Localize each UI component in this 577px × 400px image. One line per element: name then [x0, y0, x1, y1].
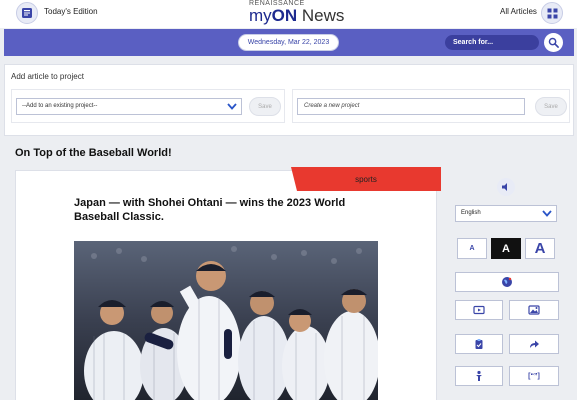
- brand-wordmark: myON News: [249, 7, 349, 25]
- font-size-large-button[interactable]: A: [525, 238, 555, 259]
- top-header: Today's Edition RENAISSANCE myON News Al…: [0, 0, 577, 28]
- all-articles-button[interactable]: [541, 2, 563, 24]
- existing-project-value: --Add to an existing project--: [22, 103, 98, 109]
- new-project-input[interactable]: Create a new project: [297, 98, 525, 115]
- article-subheading: Japan — with Shohei Ohtani — wins the 20…: [74, 197, 346, 223]
- clipboard-icon: [475, 339, 483, 349]
- language-select[interactable]: English: [455, 205, 557, 222]
- chevron-down-icon: [542, 210, 552, 217]
- video-icon: [473, 305, 485, 315]
- cite-button[interactable]: [“”]: [509, 366, 559, 386]
- person-icon: [476, 370, 482, 381]
- save-existing-project-button[interactable]: Save: [249, 97, 281, 116]
- share-arrow-icon: [530, 340, 539, 348]
- all-articles-label[interactable]: All Articles: [500, 7, 537, 16]
- nav-bar: Wednesday, Mar 22, 2023 Search for...: [4, 29, 574, 56]
- todays-edition-label[interactable]: Today's Edition: [44, 7, 98, 16]
- search-input[interactable]: Search for...: [445, 35, 539, 50]
- search-button[interactable]: [544, 33, 563, 52]
- myon-news-logo[interactable]: RENAISSANCE myON News: [249, 0, 349, 25]
- brand-news: News: [297, 6, 345, 25]
- reader-tools-sidebar: English A A A [“”]: [447, 170, 574, 400]
- existing-project-select[interactable]: --Add to an existing project--: [16, 98, 242, 115]
- grid-icon: [547, 8, 557, 18]
- category-tag[interactable]: sports: [291, 167, 441, 191]
- video-button[interactable]: [455, 300, 503, 320]
- notes-button[interactable]: [455, 334, 503, 354]
- article-photo: [74, 241, 378, 400]
- font-size-small-button[interactable]: A: [457, 238, 487, 259]
- newspaper-icon: [22, 8, 32, 18]
- image-icon: [528, 305, 540, 315]
- accessibility-button[interactable]: [455, 366, 503, 386]
- brand-my: my: [249, 6, 272, 25]
- chevron-down-icon: [227, 103, 237, 110]
- speaker-icon: [502, 183, 507, 191]
- add-to-project-title: Add article to project: [11, 72, 84, 81]
- edition-date[interactable]: Wednesday, Mar 22, 2023: [238, 34, 339, 51]
- read-aloud-button[interactable]: [497, 178, 515, 196]
- article-title: On Top of the Baseball World!: [15, 147, 172, 159]
- share-button[interactable]: [509, 334, 559, 354]
- translate-button[interactable]: [455, 272, 559, 292]
- add-to-project-panel: Add article to project --Add to an exist…: [4, 64, 574, 136]
- baseball-team-photo: [74, 241, 378, 400]
- language-value: English: [461, 210, 481, 216]
- brand-on: ON: [271, 6, 298, 25]
- globe-icon: [502, 277, 512, 287]
- font-size-medium-button[interactable]: A: [491, 238, 521, 259]
- save-new-project-button[interactable]: Save: [535, 97, 567, 116]
- search-icon: [548, 37, 559, 48]
- todays-edition-button[interactable]: [16, 2, 38, 24]
- image-gallery-button[interactable]: [509, 300, 559, 320]
